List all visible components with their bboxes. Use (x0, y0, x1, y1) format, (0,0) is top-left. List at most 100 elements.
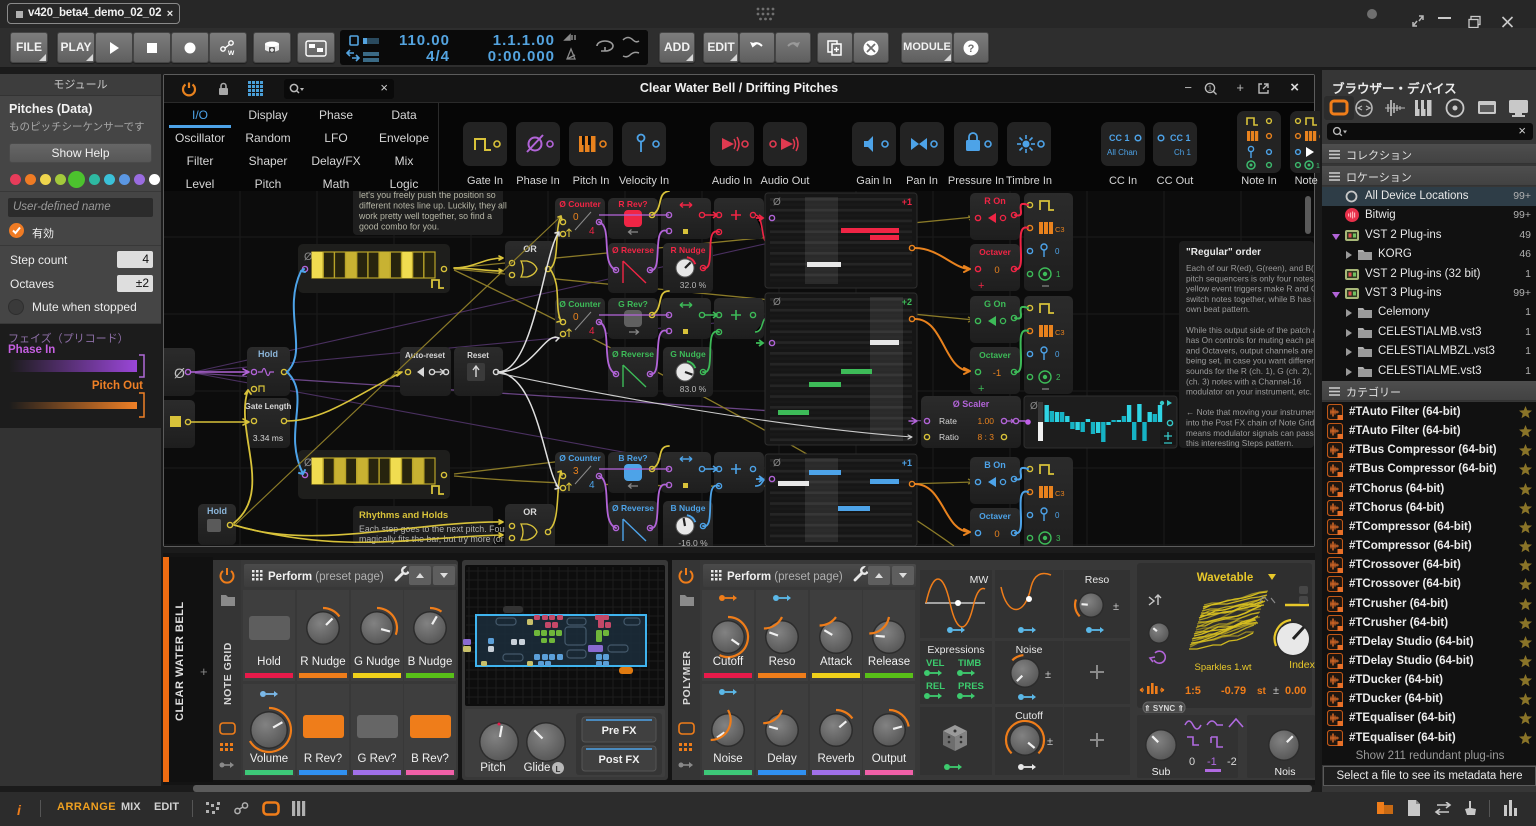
svg-text:Release: Release (868, 656, 910, 668)
svg-text:-0.79: -0.79 (1221, 685, 1246, 697)
svg-text:Reso: Reso (769, 656, 796, 668)
svg-text:+: + (978, 383, 984, 395)
svg-text:Ø Reverse: Ø Reverse (612, 503, 654, 513)
svg-text:Hold: Hold (207, 506, 227, 516)
svg-text:±: ± (1047, 736, 1053, 748)
svg-text:C3: C3 (1055, 225, 1065, 234)
svg-text:st: st (1257, 686, 1267, 697)
svg-text:sounds for the R (ch. 1), G (c: sounds for the R (ch. 1), G (ch. 2), and (1186, 366, 1314, 376)
svg-text:+2: +2 (902, 297, 912, 307)
svg-text:±: ± (1273, 685, 1279, 697)
svg-text:⇑ SYNC ⇑: ⇑ SYNC ⇑ (1144, 704, 1184, 713)
svg-text:+1: +1 (902, 458, 912, 468)
svg-text:Reso: Reso (1085, 574, 1110, 586)
svg-text:Pitch: Pitch (480, 762, 506, 774)
svg-text:Ø: Ø (773, 297, 781, 308)
svg-text:4: 4 (589, 326, 595, 337)
svg-text:0: 0 (1055, 247, 1060, 256)
svg-text:Hold: Hold (258, 349, 278, 359)
svg-text:Post FX: Post FX (599, 754, 641, 766)
svg-text:Ø Reverse: Ø Reverse (612, 349, 654, 359)
svg-text:+: + (200, 664, 208, 679)
svg-text:w: w (227, 48, 235, 57)
svg-text:← Note that moving your instru: ← Note that moving your instrument (1186, 407, 1314, 417)
svg-text:G Nudge: G Nudge (670, 349, 706, 359)
svg-text:G On: G On (984, 299, 1006, 309)
svg-text:?: ? (968, 43, 975, 55)
svg-text:B Nudge: B Nudge (671, 503, 706, 513)
svg-text:work pretty well together, so: work pretty well together, so find a (358, 211, 492, 221)
svg-text:MW: MW (970, 574, 989, 586)
svg-text:-16.0 %: -16.0 % (678, 538, 708, 546)
svg-text:0: 0 (573, 212, 579, 223)
svg-text:Ø Scaler: Ø Scaler (953, 399, 990, 409)
svg-text:Octaver: Octaver (979, 247, 1011, 257)
svg-text:R Nudge: R Nudge (671, 245, 706, 255)
svg-text:Sparkles 1.wt: Sparkles 1.wt (1194, 662, 1251, 673)
svg-text:Rhythms and Holds: Rhythms and Holds (359, 510, 448, 521)
svg-text:Ch 1: Ch 1 (1174, 148, 1191, 157)
svg-text:1.00: 1.00 (977, 416, 994, 426)
svg-text:Ø Counter: Ø Counter (559, 299, 601, 309)
svg-text:B On: B On (984, 460, 1006, 470)
svg-text:-1: -1 (993, 368, 1001, 379)
svg-text:Octaver: Octaver (979, 511, 1011, 521)
svg-text:yellow event triggers make R a: yellow event triggers make R and G (1186, 284, 1314, 294)
svg-text:Reset: Reset (467, 351, 489, 360)
svg-text:0: 0 (994, 265, 999, 276)
svg-text:±: ± (1113, 601, 1119, 613)
svg-text:R Rev?: R Rev? (304, 753, 342, 765)
svg-text:means modulator signals can pa: means modulator signals can pass. Lik (1186, 428, 1314, 438)
svg-text:0: 0 (573, 312, 579, 323)
svg-text:CC 1: CC 1 (1170, 133, 1191, 143)
svg-text:0: 0 (994, 529, 999, 540)
svg-text:"Regular" order: "Regular" order (1186, 247, 1261, 258)
svg-text:VEL: VEL (926, 658, 945, 669)
svg-text:+: + (978, 544, 984, 546)
svg-text:CLEAR WATER BELL: CLEAR WATER BELL (174, 601, 186, 721)
svg-text:Wavetable: Wavetable (1197, 572, 1253, 584)
svg-text:+1: +1 (902, 197, 912, 207)
svg-text:4: 4 (589, 480, 595, 491)
svg-text:Sub: Sub (1152, 766, 1171, 778)
svg-text:POLYMER: POLYMER (681, 651, 693, 705)
svg-text:Rate: Rate (939, 416, 957, 426)
svg-text:Ø Counter: Ø Counter (559, 199, 601, 209)
svg-text:Expressions: Expressions (927, 644, 984, 656)
svg-text:While this output side of the: While this output side of the patch al (1186, 325, 1314, 335)
svg-text:-1: -1 (1207, 756, 1217, 768)
svg-text:Delay: Delay (767, 753, 797, 765)
svg-text:Volume: Volume (250, 753, 288, 765)
svg-text:REL: REL (926, 681, 945, 692)
svg-text:Attack: Attack (820, 656, 852, 668)
svg-text:-2: -2 (1227, 756, 1237, 768)
svg-text:0.00: 0.00 (1285, 685, 1306, 697)
svg-text:Cutoff: Cutoff (713, 656, 744, 668)
svg-text:Ratio: Ratio (939, 432, 959, 442)
svg-text:8 : 3: 8 : 3 (977, 432, 994, 442)
svg-text:Noise: Noise (1016, 644, 1043, 656)
svg-text:Cutoff: Cutoff (1015, 710, 1043, 722)
svg-text:CC 1: CC 1 (1109, 133, 1130, 143)
svg-text:B Nudge: B Nudge (408, 656, 453, 668)
svg-text:Nois: Nois (1274, 766, 1295, 778)
svg-text:G Nudge: G Nudge (354, 656, 400, 668)
svg-text:C3: C3 (1055, 328, 1065, 337)
svg-text:this interesting Steps pattern: this interesting Steps pattern. (1186, 438, 1293, 448)
svg-text:G Rev?: G Rev? (618, 299, 648, 309)
svg-text:modulator on your instrument,: modulator on your instrument, etc. (1186, 387, 1312, 397)
svg-text:+: + (978, 280, 984, 292)
svg-text:into the Post FX chain of Note: into the Post FX chain of Note Grid (1186, 418, 1314, 428)
svg-text:Ø Counter: Ø Counter (559, 453, 601, 463)
svg-text:C3: C3 (1055, 489, 1065, 498)
svg-text:0: 0 (1055, 511, 1060, 520)
svg-text:83.0 %: 83.0 % (680, 384, 707, 394)
svg-text:0: 0 (1189, 756, 1195, 768)
svg-text:Ø: Ø (1030, 401, 1038, 412)
svg-text:good combo for you.: good combo for you. (359, 222, 439, 232)
svg-text:Ø Reverse: Ø Reverse (612, 245, 654, 255)
svg-text:Ø: Ø (174, 365, 185, 381)
svg-text:pitch sequencers is only four: pitch sequencers is only four notes. T (1186, 273, 1314, 283)
svg-text:32.0 %: 32.0 % (680, 280, 707, 290)
svg-text:i: i (17, 802, 22, 818)
